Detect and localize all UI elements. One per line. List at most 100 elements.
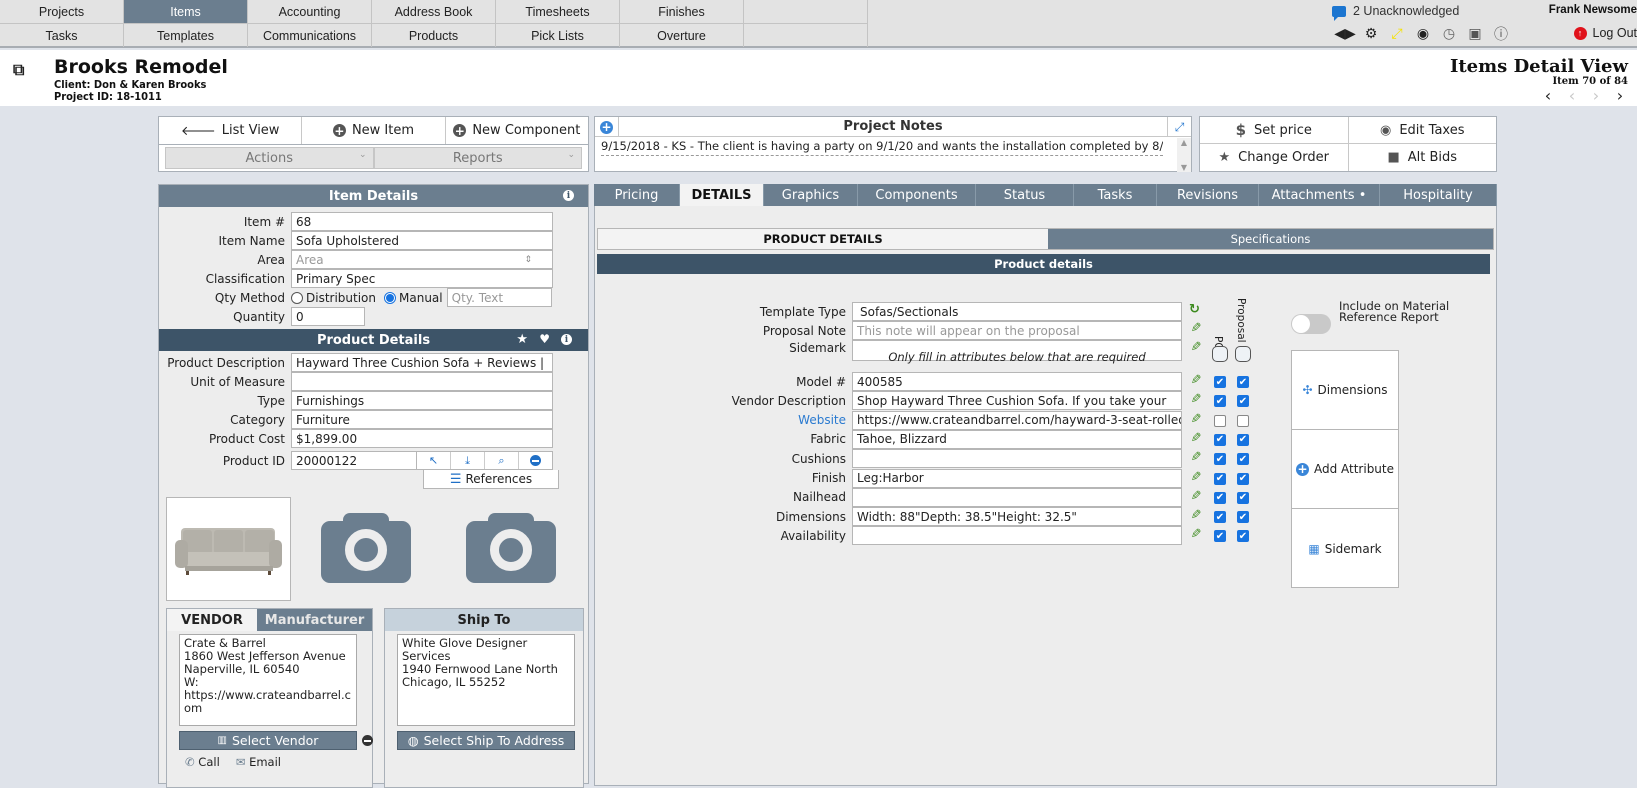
unit-of-measure-input[interactable] bbox=[291, 372, 553, 391]
website-link[interactable]: Website bbox=[715, 413, 852, 427]
pencil-icon[interactable]: ✎ bbox=[1189, 431, 1203, 446]
search-icon[interactable]: ⌕ bbox=[485, 452, 519, 469]
remove-icon[interactable] bbox=[519, 452, 552, 469]
info-icon[interactable]: i bbox=[563, 190, 574, 201]
call-link[interactable]: ✆ Call bbox=[185, 755, 220, 769]
manufacturer-tab[interactable]: Manufacturer bbox=[257, 609, 372, 631]
attribute-value-input[interactable]: https://www.crateandbarrel.com/hayward-3… bbox=[852, 410, 1182, 430]
nav-projects[interactable]: Projects bbox=[0, 0, 124, 24]
download-icon[interactable]: ⤓ bbox=[451, 452, 485, 469]
item-name-input[interactable]: Sofa Upholstered bbox=[291, 231, 553, 250]
attribute-value-input[interactable]: Width: 88"Depth: 38.5"Height: 32.5" bbox=[852, 507, 1182, 527]
po-select-all-checkbox[interactable] bbox=[1212, 346, 1228, 362]
subtab-product-details[interactable]: PRODUCT DETAILS bbox=[598, 229, 1048, 249]
attribute-value-input[interactable]: Tahoe, Blizzard bbox=[852, 429, 1182, 449]
po-checkbox[interactable]: ✔ bbox=[1214, 453, 1226, 466]
pencil-icon[interactable]: ✎ bbox=[1189, 412, 1203, 427]
nav-accounting[interactable]: Accounting bbox=[248, 0, 372, 24]
select-ship-to-button[interactable]: ◍ Select Ship To Address bbox=[397, 731, 575, 750]
po-checkbox[interactable]: ✔ bbox=[1214, 433, 1226, 446]
po-checkbox[interactable]: ✔ bbox=[1214, 530, 1226, 543]
pencil-icon[interactable]: ✎ bbox=[1189, 450, 1203, 465]
po-checkbox[interactable]: ✔ bbox=[1214, 472, 1226, 485]
actions-dropdown[interactable]: Actions ⌄ bbox=[165, 147, 374, 169]
po-checkbox[interactable] bbox=[1214, 414, 1226, 427]
expand-icon[interactable]: ⤢ bbox=[1384, 25, 1410, 43]
tab-graphics[interactable]: Graphics bbox=[764, 184, 858, 206]
pencil-icon[interactable]: ✎ bbox=[1189, 373, 1203, 388]
nav-pick-lists[interactable]: Pick Lists bbox=[496, 24, 620, 47]
attribute-value-input[interactable] bbox=[852, 526, 1182, 546]
tab-status[interactable]: Status bbox=[976, 184, 1074, 206]
nav-templates[interactable]: Templates bbox=[124, 24, 248, 47]
vendor-tab[interactable]: VENDOR bbox=[167, 609, 257, 631]
notifications-link[interactable]: 2 Unacknowledged bbox=[1332, 4, 1459, 21]
nav-tasks[interactable]: Tasks bbox=[0, 24, 124, 47]
dimensions-button[interactable]: ✣ Dimensions bbox=[1292, 351, 1398, 430]
heart-icon[interactable]: ♥ bbox=[539, 332, 550, 346]
first-item-icon[interactable]: ‹ bbox=[1539, 86, 1557, 105]
pencil-icon[interactable]: ✎ bbox=[1189, 489, 1203, 504]
nav-overture[interactable]: Overture bbox=[620, 24, 744, 47]
remove-vendor-icon[interactable] bbox=[362, 735, 373, 746]
info-icon[interactable]: i bbox=[561, 334, 572, 345]
attribute-value-input[interactable] bbox=[852, 487, 1182, 507]
user-icon[interactable]: ◉ bbox=[1410, 25, 1436, 43]
nav-timesheets[interactable]: Timesheets bbox=[496, 0, 620, 24]
pencil-icon[interactable]: ✎ bbox=[1189, 321, 1203, 336]
proposal-checkbox[interactable]: ✔ bbox=[1237, 472, 1249, 485]
pencil-icon[interactable]: ✎ bbox=[1189, 527, 1203, 542]
proposal-checkbox[interactable]: ✔ bbox=[1237, 453, 1249, 466]
tab-tasks[interactable]: Tasks bbox=[1074, 184, 1157, 206]
product-id-input[interactable]: 20000122 bbox=[291, 451, 417, 470]
tab-components[interactable]: Components bbox=[858, 184, 976, 206]
prev-next-icon[interactable]: ◀▶ bbox=[1332, 25, 1358, 43]
email-link[interactable]: ✉ Email bbox=[236, 755, 281, 769]
classification-input[interactable]: Primary Spec bbox=[291, 269, 553, 288]
clock-icon[interactable]: ◷ bbox=[1436, 25, 1462, 43]
star-icon[interactable]: ★ bbox=[516, 332, 528, 347]
pencil-icon[interactable]: ✎ bbox=[1189, 470, 1203, 485]
attribute-value-input[interactable]: 400585 bbox=[852, 372, 1182, 391]
new-item-button[interactable]: + New Item bbox=[302, 117, 446, 144]
change-order-button[interactable]: ★ Change Order bbox=[1200, 144, 1349, 171]
camera-icon[interactable] bbox=[321, 513, 411, 583]
proposal-checkbox[interactable]: ✔ bbox=[1237, 511, 1249, 524]
pencil-icon[interactable]: ✎ bbox=[1189, 508, 1203, 523]
attribute-value-input[interactable]: Shop Hayward Three Cushion Sofa. If you … bbox=[852, 391, 1182, 411]
qty-distribution-radio[interactable]: Distribution bbox=[291, 291, 376, 305]
external-link-icon[interactable]: ⧉ bbox=[13, 60, 24, 80]
po-checkbox[interactable]: ✔ bbox=[1214, 491, 1226, 504]
nav-products[interactable]: Products bbox=[372, 24, 496, 47]
new-component-button[interactable]: + New Component bbox=[446, 117, 588, 144]
prev-item-icon[interactable]: ‹ bbox=[1563, 86, 1581, 105]
logout-button[interactable]: ↑ Log Out bbox=[1573, 26, 1637, 40]
category-input[interactable]: Furniture bbox=[291, 410, 553, 429]
nav-items[interactable]: Items bbox=[124, 0, 248, 24]
tab-attachments[interactable]: Attachments • bbox=[1259, 184, 1380, 206]
tab-details[interactable]: DETAILS bbox=[680, 184, 764, 206]
nav-address-book[interactable]: Address Book bbox=[372, 0, 496, 24]
notes-scrollbar[interactable]: ▲ ▼ bbox=[1177, 138, 1191, 172]
gear-icon[interactable]: ⚙ bbox=[1358, 25, 1384, 43]
proposal-note-input[interactable]: This note will appear on the proposal bbox=[852, 321, 1182, 340]
attribute-value-input[interactable]: Leg:Harbor bbox=[852, 468, 1182, 488]
next-item-icon[interactable]: › bbox=[1587, 86, 1605, 105]
proposal-select-all-checkbox[interactable] bbox=[1235, 346, 1251, 362]
po-checkbox[interactable]: ✔ bbox=[1214, 395, 1226, 408]
add-note-button[interactable]: + bbox=[595, 117, 619, 137]
camera-icon[interactable] bbox=[466, 513, 556, 583]
subtab-specifications[interactable]: Specifications bbox=[1048, 229, 1493, 249]
refresh-icon[interactable]: ↻ bbox=[1189, 302, 1200, 317]
sidemark-button[interactable]: ▦ Sidemark bbox=[1292, 509, 1398, 588]
proposal-checkbox[interactable]: ✔ bbox=[1237, 395, 1249, 408]
alt-bids-button[interactable]: ■ Alt Bids bbox=[1349, 144, 1497, 171]
expand-icon[interactable]: ⤢ bbox=[1167, 117, 1191, 137]
qty-manual-radio[interactable]: Manual bbox=[384, 291, 443, 305]
add-attribute-button[interactable]: + Add Attribute bbox=[1292, 430, 1398, 509]
po-checkbox[interactable]: ✔ bbox=[1214, 511, 1226, 524]
po-checkbox[interactable]: ✔ bbox=[1214, 376, 1226, 388]
select-vendor-button[interactable]: ▥ Select Vendor bbox=[179, 731, 357, 750]
references-button[interactable]: ☰ References bbox=[423, 470, 559, 489]
proposal-checkbox[interactable] bbox=[1237, 414, 1249, 427]
